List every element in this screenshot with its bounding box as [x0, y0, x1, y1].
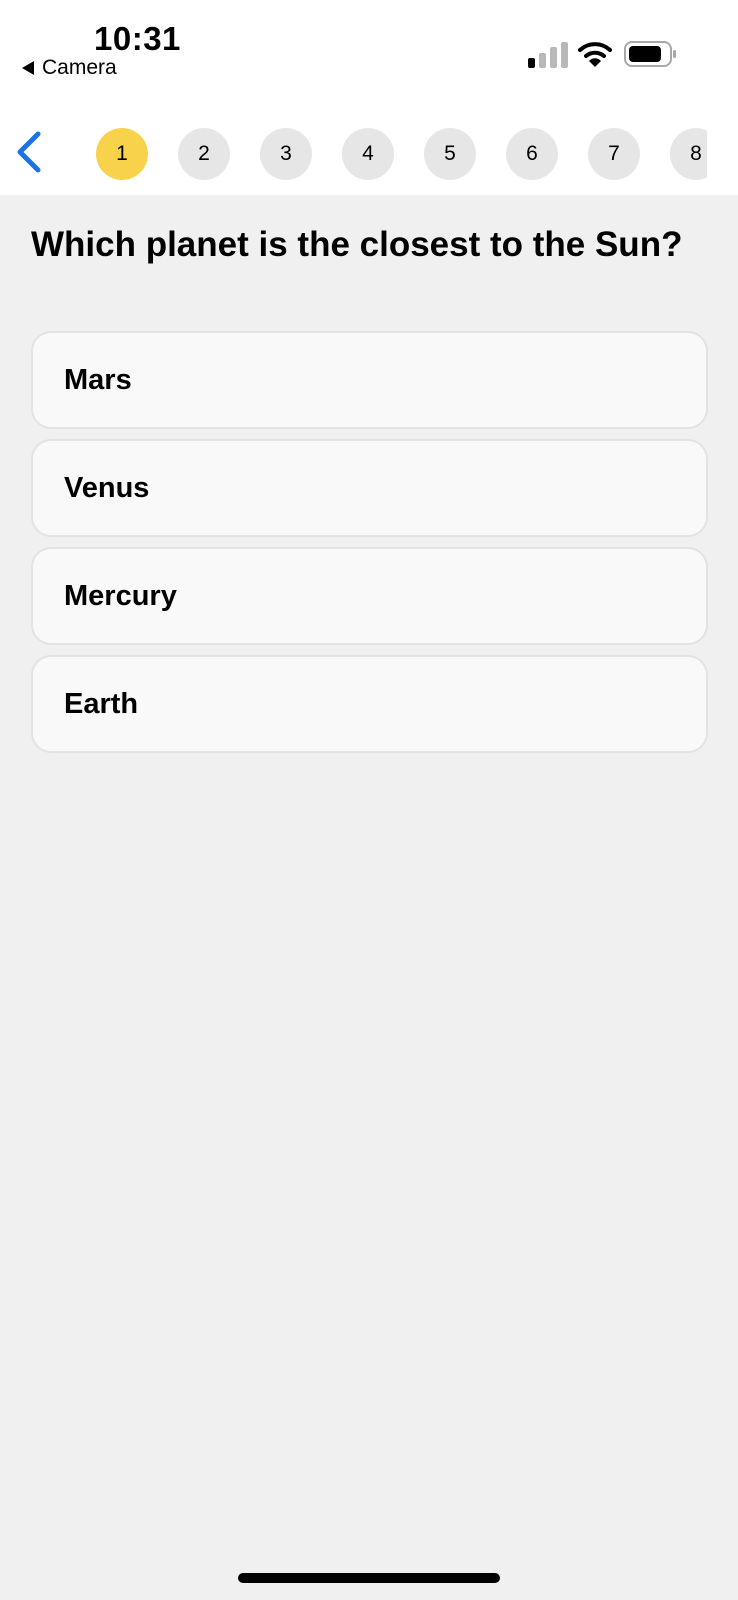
step-3[interactable]: 3	[260, 128, 312, 180]
question-title: Which planet is the closest to the Sun?	[31, 225, 683, 264]
answer-option-venus[interactable]: Venus	[31, 439, 708, 537]
step-8[interactable]: 8	[670, 128, 707, 180]
answer-option-mars[interactable]: Mars	[31, 331, 708, 429]
home-indicator	[238, 1573, 500, 1583]
status-bar: 10:31 Camera	[0, 0, 738, 100]
step-4[interactable]: 4	[342, 128, 394, 180]
back-triangle-icon	[22, 61, 34, 75]
status-time: 10:31	[94, 20, 181, 57]
chevron-left-icon[interactable]	[12, 130, 44, 174]
step-list: 12345678	[96, 128, 707, 180]
signal-icon	[528, 42, 568, 68]
answer-option-mercury[interactable]: Mercury	[31, 547, 708, 645]
step-5[interactable]: 5	[424, 128, 476, 180]
battery-icon	[624, 41, 676, 67]
step-2[interactable]: 2	[178, 128, 230, 180]
step-6[interactable]: 6	[506, 128, 558, 180]
answer-list: Mars Venus Mercury Earth	[31, 331, 708, 763]
step-1[interactable]: 1	[96, 128, 148, 180]
wifi-icon	[578, 42, 612, 67]
back-to-app-link[interactable]: Camera	[22, 56, 117, 80]
question-nav-bar: 12345678	[0, 100, 738, 195]
step-7[interactable]: 7	[588, 128, 640, 180]
answer-option-earth[interactable]: Earth	[31, 655, 708, 753]
step-selector: 12345678	[90, 100, 707, 195]
back-to-app-label: Camera	[42, 56, 117, 79]
